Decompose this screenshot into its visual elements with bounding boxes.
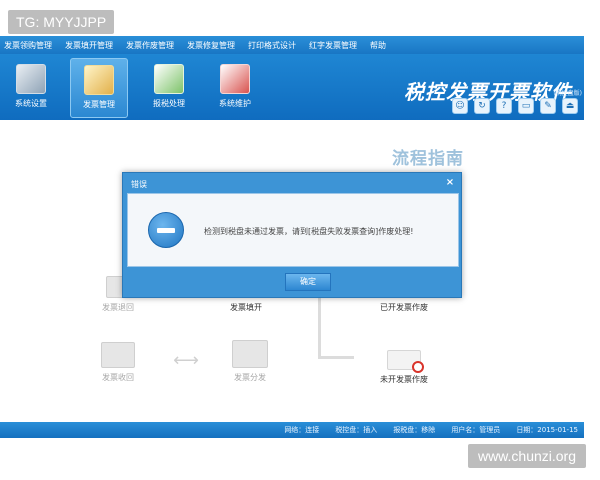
- invoice-distribute-icon: [232, 340, 268, 368]
- toolbar-label: 发票管理: [83, 100, 115, 109]
- quick-icon-bar: ☺ ↻ ? ▭ ✎ ⏏: [446, 98, 578, 114]
- close-icon[interactable]: ×: [444, 177, 456, 189]
- settings-icon: [16, 64, 46, 94]
- flow-connector: [318, 288, 321, 358]
- flow-guide-title: 流程指南: [392, 149, 464, 169]
- error-minus-icon: [148, 212, 184, 248]
- menu-item-repair[interactable]: 发票修复管理: [187, 40, 235, 51]
- error-dialog: 错误 × 检测到税盘未通过发票，请到[税盘失败发票查询]作废处理! 确定: [122, 172, 462, 298]
- refresh-icon[interactable]: ↻: [474, 98, 490, 114]
- flow-node-label: 发票收回: [102, 373, 134, 382]
- dialog-message: 检测到税盘未通过发票，请到[税盘失败发票查询]作废处理!: [204, 227, 414, 236]
- flow-node-recover[interactable]: 发票收回: [90, 342, 146, 383]
- menu-item-fill[interactable]: 发票填开管理: [65, 40, 113, 51]
- tax-icon: [154, 64, 184, 94]
- menu-item-void[interactable]: 发票作废管理: [126, 40, 174, 51]
- status-user: 用户名：管理员: [451, 426, 501, 434]
- flow-node-label: 发票退回: [102, 303, 134, 312]
- flow-node-label: 已开发票作废: [380, 303, 428, 312]
- toolbar-system-maintenance[interactable]: 系统维护: [206, 58, 264, 118]
- toolbar-tax-processing[interactable]: 报税处理: [140, 58, 198, 118]
- exit-icon[interactable]: ⏏: [562, 98, 578, 114]
- flow-node-label: 发票分发: [234, 373, 266, 382]
- toolbar-label: 系统维护: [219, 99, 251, 108]
- dialog-title: 错误: [131, 180, 147, 189]
- status-report-disk: 报税盘：移除: [393, 426, 436, 434]
- menu-bar: 发票领购管理 发票填开管理 发票作废管理 发票修复管理 打印格式设计 红字发票管…: [0, 36, 584, 54]
- flow-node-label: 发票填开: [230, 303, 262, 312]
- toolbar-label: 报税处理: [153, 99, 185, 108]
- watermark-top-left: TG: MYYJJPP: [8, 10, 115, 34]
- help-icon[interactable]: ?: [496, 98, 512, 114]
- status-bar: 网络：连接 税控盘：插入 报税盘：移除 用户名：管理员 日期：2015-01-1…: [0, 422, 584, 438]
- void-unissued-icon: [387, 350, 424, 373]
- menu-item-purchase[interactable]: 发票领购管理: [4, 40, 52, 51]
- window-icon[interactable]: ▭: [518, 98, 534, 114]
- flow-connector: [318, 356, 354, 359]
- invoice-icon: [84, 65, 114, 95]
- toolbar-label: 系统设置: [15, 99, 47, 108]
- status-tax-disk: 税控盘：插入: [335, 426, 378, 434]
- flow-node-distribute[interactable]: 发票分发: [220, 340, 280, 383]
- menu-item-red-invoice[interactable]: 红字发票管理: [309, 40, 357, 51]
- menu-item-print-format[interactable]: 打印格式设计: [248, 40, 296, 51]
- invoice-recover-icon: [101, 342, 135, 368]
- menu-item-help[interactable]: 帮助: [370, 40, 386, 51]
- flow-node-voided-unissued[interactable]: 未开发票作废: [362, 350, 446, 385]
- toolbar-system-settings[interactable]: 系统设置: [2, 58, 60, 118]
- status-network: 网络：连接: [284, 426, 320, 434]
- edit-icon[interactable]: ✎: [540, 98, 556, 114]
- dialog-body: 检测到税盘未通过发票，请到[税盘失败发票查询]作废处理!: [127, 193, 459, 267]
- forbidden-icon: [412, 361, 424, 373]
- watermark-bottom-right: www.chunzi.org: [467, 444, 586, 468]
- brand-subtitle: (税控盘版): [553, 90, 582, 97]
- user-icon[interactable]: ☺: [452, 98, 468, 114]
- double-arrow-icon: ⟷: [173, 350, 199, 371]
- toolbar-invoice-management[interactable]: 发票管理: [70, 58, 128, 118]
- flow-node-label: 未开发票作废: [380, 375, 428, 384]
- ok-button[interactable]: 确定: [285, 273, 331, 291]
- main-toolbar: 系统设置 发票管理 报税处理 系统维护 税控发票开票软件 (税控盘版) ☺ ↻ …: [0, 54, 584, 120]
- status-date: 日期：2015-01-15: [516, 426, 578, 434]
- maintenance-icon: [220, 64, 250, 94]
